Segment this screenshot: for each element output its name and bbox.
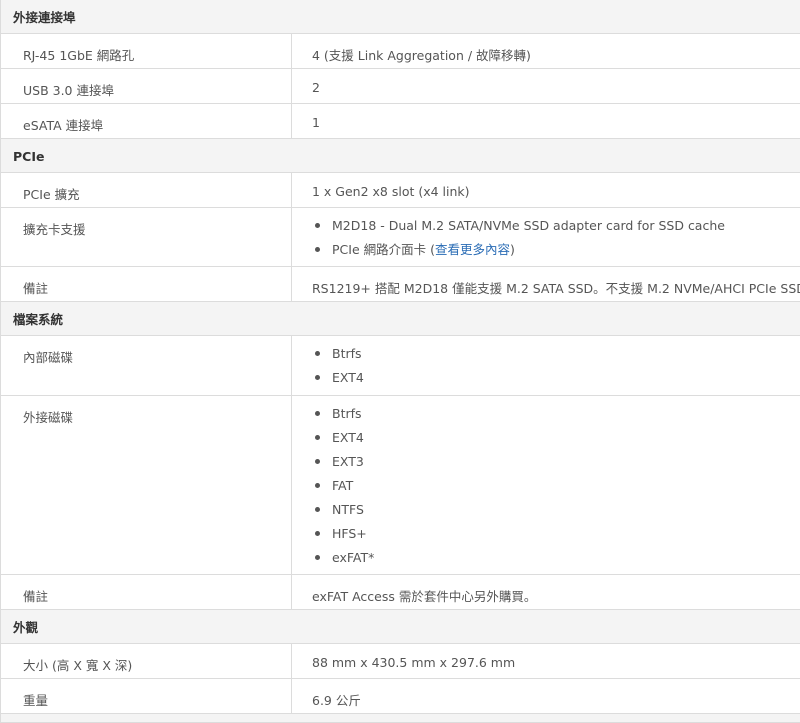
list-item: M2D18 - Dual M.2 SATA/NVMe SSD adapter c… xyxy=(312,219,800,243)
table-row: 擴充卡支援 M2D18 - Dual M.2 SATA/NVMe SSD ada… xyxy=(1,208,800,267)
table-row: 重量 6.9 公斤 xyxy=(1,679,800,714)
bullet-icon xyxy=(315,247,320,252)
list-item-text: FAT xyxy=(332,478,354,493)
bullet-icon xyxy=(315,531,320,536)
list-item: exFAT* xyxy=(312,551,800,574)
table-row: 大小 (高 X 寬 X 深) 88 mm x 430.5 mm x 297.6 … xyxy=(1,644,800,679)
list-item: Btrfs xyxy=(312,347,800,371)
list-item-text: HFS+ xyxy=(332,526,367,541)
row-value: 2 xyxy=(312,80,320,95)
row-value: Btrfs EXT4 xyxy=(292,336,800,395)
list-item: FAT xyxy=(312,479,800,503)
row-value: 1 x Gen2 x8 slot (x4 link) xyxy=(312,184,470,199)
row-label: USB 3.0 連接埠 xyxy=(1,69,292,103)
table-row: 備註 exFAT Access 需於套件中心另外購買。 xyxy=(1,575,800,610)
row-label: 備註 xyxy=(1,575,292,609)
bullet-icon xyxy=(315,507,320,512)
list-item-text: EXT4 xyxy=(332,430,364,445)
section-header-filesystem: 檔案系統 xyxy=(1,301,800,336)
row-label: 外接磁碟 xyxy=(1,396,292,574)
table-row: USB 3.0 連接埠 2 xyxy=(1,69,800,104)
bullet-list: Btrfs EXT4 EXT3 FAT NTFS HFS+ exFAT* xyxy=(312,407,800,574)
list-item-text: NTFS xyxy=(332,502,364,517)
section-header-appearance: 外觀 xyxy=(1,609,800,644)
bullet-icon xyxy=(315,459,320,464)
row-label: 備註 xyxy=(1,267,292,301)
row-label: 擴充卡支援 xyxy=(1,208,292,266)
table-row: RJ-45 1GbE 網路孔 4 (支援 Link Aggregation / … xyxy=(1,34,800,69)
row-label: eSATA 連接埠 xyxy=(1,104,292,138)
list-item: PCIe 網路介面卡 (查看更多內容) xyxy=(312,243,800,266)
spec-table: 外接連接埠 RJ-45 1GbE 網路孔 4 (支援 Link Aggregat… xyxy=(0,0,800,723)
row-value: 4 (支援 Link Aggregation / 故障移轉) xyxy=(312,48,531,63)
list-item: NTFS xyxy=(312,503,800,527)
row-value: Btrfs EXT4 EXT3 FAT NTFS HFS+ exFAT* xyxy=(292,396,800,574)
bullet-icon xyxy=(315,483,320,488)
table-row: 內部磁碟 Btrfs EXT4 xyxy=(1,336,800,396)
bullet-list: Btrfs EXT4 xyxy=(312,347,800,395)
list-item: HFS+ xyxy=(312,527,800,551)
section-header-ports: 外接連接埠 xyxy=(1,0,800,34)
row-value: 88 mm x 430.5 mm x 297.6 mm xyxy=(312,655,516,670)
list-item: EXT3 xyxy=(312,455,800,479)
section-header-pcie: PCIe xyxy=(1,138,800,173)
list-item: Btrfs xyxy=(312,407,800,431)
list-item: EXT4 xyxy=(312,371,800,395)
next-section-strip xyxy=(1,713,800,723)
bullet-icon xyxy=(315,223,320,228)
row-label: 大小 (高 X 寬 X 深) xyxy=(1,644,292,678)
table-row: PCIe 擴充 1 x Gen2 x8 slot (x4 link) xyxy=(1,173,800,208)
bullet-icon xyxy=(315,375,320,380)
nic-suffix: ) xyxy=(509,242,515,257)
row-label: RJ-45 1GbE 網路孔 xyxy=(1,34,292,68)
bullet-icon xyxy=(315,555,320,560)
row-value: exFAT Access 需於套件中心另外購買。 xyxy=(312,589,537,604)
list-item-text: Btrfs xyxy=(332,406,362,421)
bullet-icon xyxy=(315,435,320,440)
bullet-list: M2D18 - Dual M.2 SATA/NVMe SSD adapter c… xyxy=(312,219,800,266)
row-value: 6.9 公斤 xyxy=(312,693,361,708)
row-label: PCIe 擴充 xyxy=(1,173,292,207)
nic-prefix: PCIe 網路介面卡 ( xyxy=(332,242,435,257)
list-item-text: Btrfs xyxy=(332,346,362,361)
list-item-text: EXT3 xyxy=(332,454,364,469)
table-row: 備註 RS1219+ 搭配 M2D18 僅能支援 M.2 SATA SSD。不支… xyxy=(1,267,800,302)
bullet-icon xyxy=(315,351,320,356)
list-item-text: exFAT* xyxy=(332,550,375,565)
list-item-text: EXT4 xyxy=(332,370,364,385)
row-value: RS1219+ 搭配 M2D18 僅能支援 M.2 SATA SSD。不支援 M… xyxy=(312,281,800,296)
table-row: 外接磁碟 Btrfs EXT4 EXT3 FAT NTFS HFS+ exFAT… xyxy=(1,396,800,575)
list-item-text: M2D18 - Dual M.2 SATA/NVMe SSD adapter c… xyxy=(332,218,725,233)
row-value: M2D18 - Dual M.2 SATA/NVMe SSD adapter c… xyxy=(292,208,800,266)
bullet-icon xyxy=(315,411,320,416)
list-item: EXT4 xyxy=(312,431,800,455)
more-info-link[interactable]: 查看更多內容 xyxy=(435,242,510,257)
row-value: 1 xyxy=(312,115,320,130)
row-label: 重量 xyxy=(1,679,292,713)
table-row: eSATA 連接埠 1 xyxy=(1,104,800,139)
row-label: 內部磁碟 xyxy=(1,336,292,395)
